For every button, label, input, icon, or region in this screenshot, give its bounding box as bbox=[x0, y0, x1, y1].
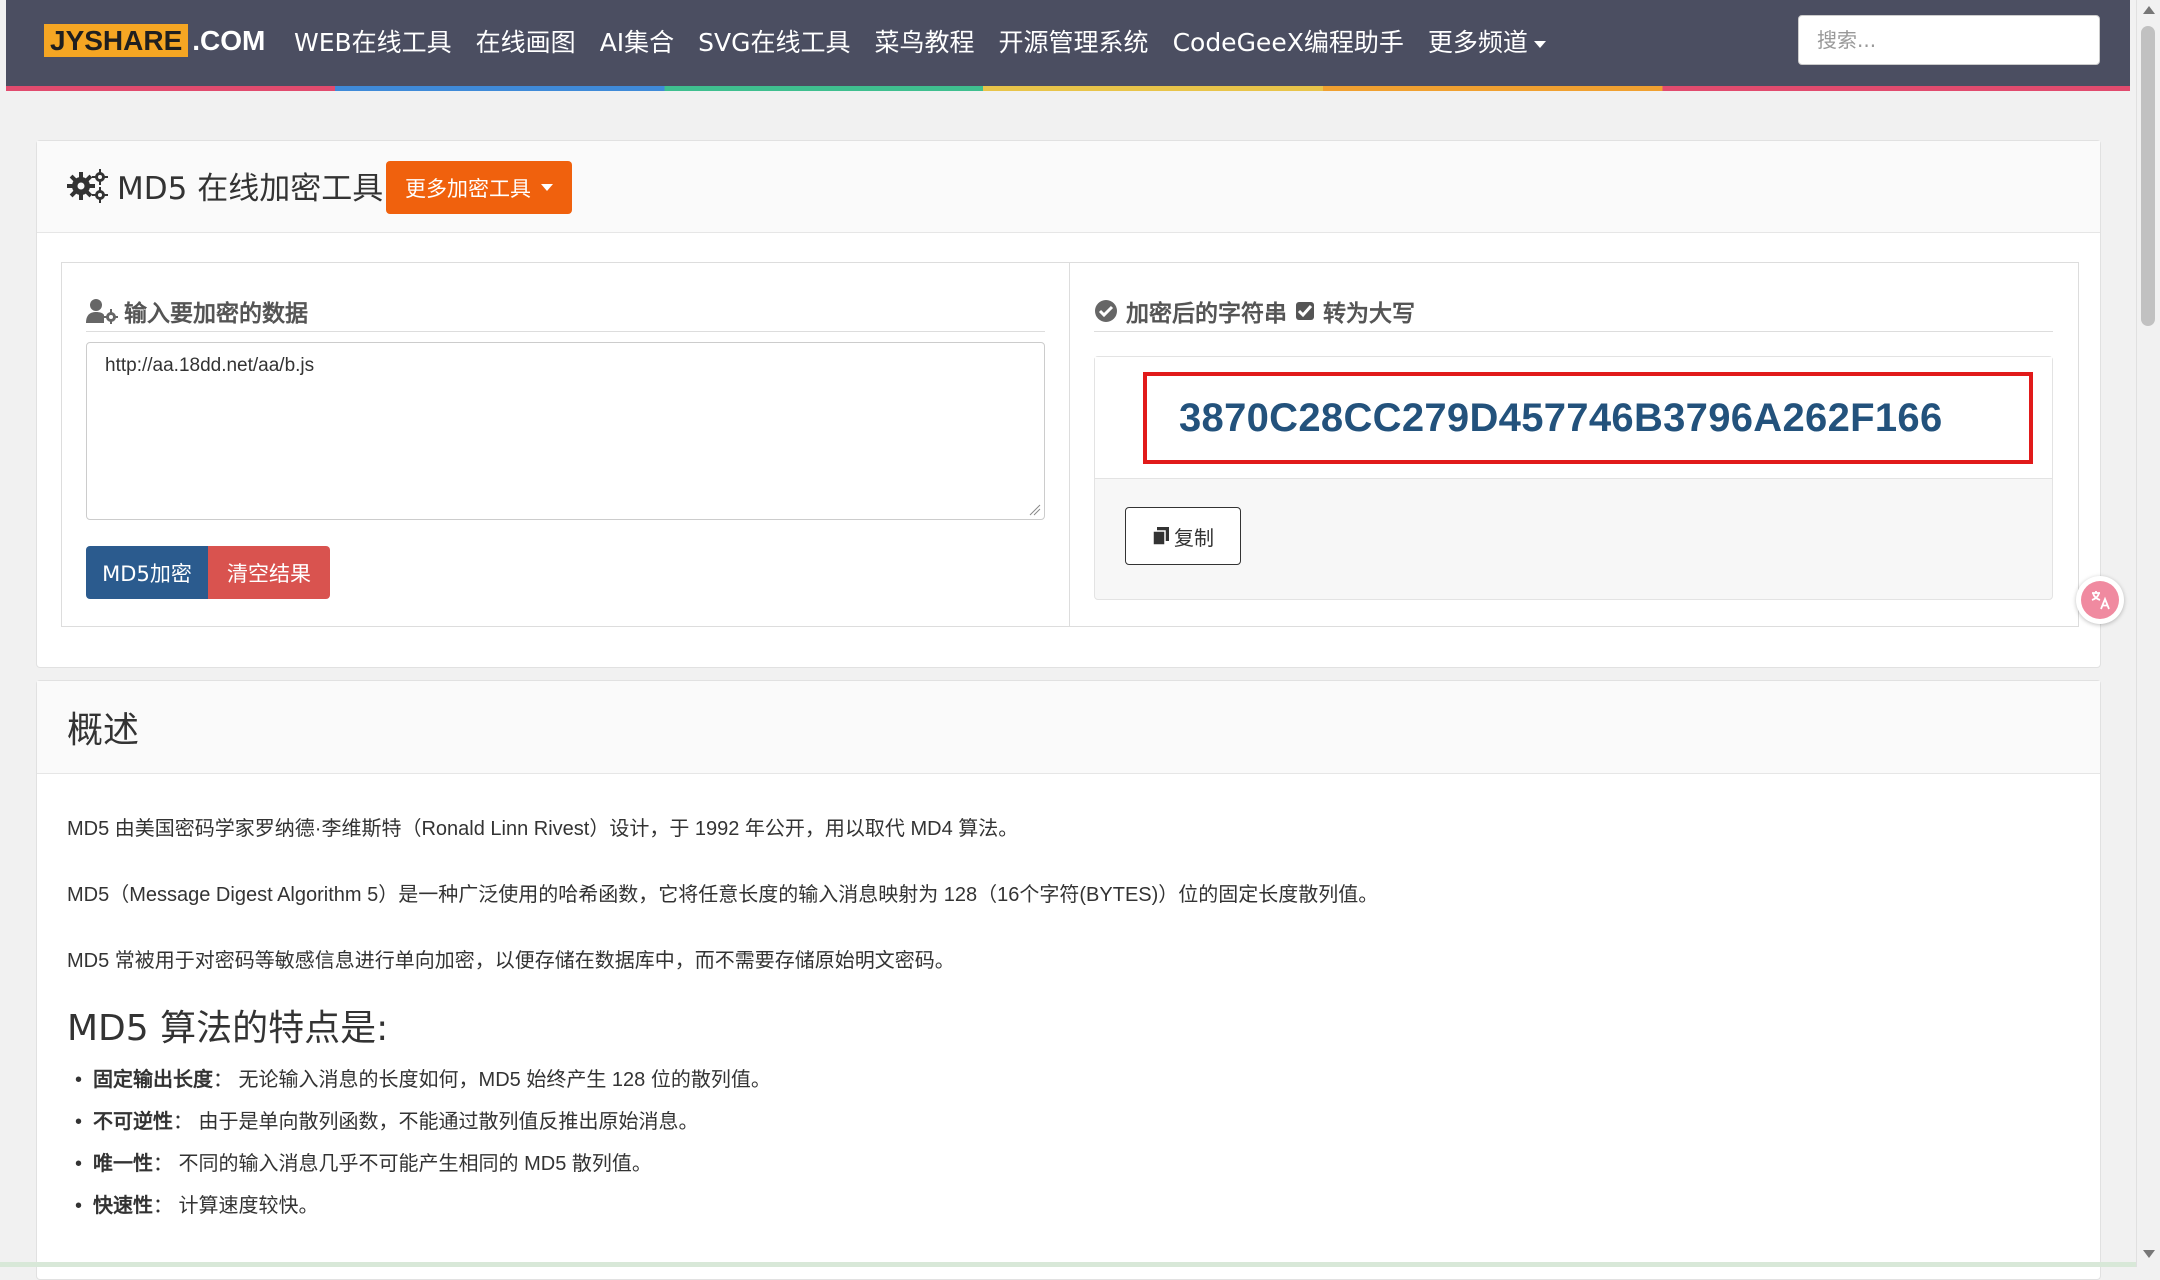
input-text: http://aa.18dd.net/aa/b.js bbox=[105, 355, 315, 376]
nav-link-runoob[interactable]: 菜鸟教程 bbox=[875, 23, 975, 59]
result-well: 3870C28CC279D457746B3796A262F166 复制 bbox=[1094, 356, 2053, 600]
output-heading: 加密后的字符串 转为大写 bbox=[1094, 291, 1415, 331]
clear-result-button[interactable]: 清空结果 bbox=[208, 546, 330, 599]
list-item: 唯一性： 不同的输入消息几乎不可能产生相同的 MD5 散列值。 bbox=[75, 1143, 771, 1185]
output-heading-divider bbox=[1094, 331, 2053, 332]
features-title: MD5 算法的特点是: bbox=[67, 1008, 389, 1049]
input-heading: 输入要加密的数据 bbox=[86, 291, 308, 331]
input-heading-text: 输入要加密的数据 bbox=[124, 301, 308, 327]
chevron-down-icon bbox=[1533, 40, 1546, 48]
nav-link-svg[interactable]: SVG在线工具 bbox=[698, 23, 850, 59]
overview-header: 概述 bbox=[37, 681, 2100, 774]
feature-term: 固定输出长度 bbox=[93, 1069, 213, 1091]
copy-button[interactable]: 复制 bbox=[1125, 507, 1241, 565]
input-textarea[interactable]: http://aa.18dd.net/aa/b.js bbox=[86, 342, 1045, 520]
site-logo[interactable]: JYSHARE .COM bbox=[44, 24, 265, 57]
overview-paragraph-3: MD5 常被用于对密码等敏感信息进行单向加密，以便存储在数据库中，而不需要存储原… bbox=[67, 950, 955, 972]
nav-link-open-source[interactable]: 开源管理系统 bbox=[999, 23, 1149, 59]
more-encryption-tools-button[interactable]: 更多加密工具 bbox=[386, 161, 572, 214]
feature-desc: ： 无论输入消息的长度如何，MD5 始终产生 128 位的散列值。 bbox=[213, 1069, 771, 1091]
md5-encrypt-button[interactable]: MD5加密 bbox=[86, 546, 208, 599]
nav-link-web-tools[interactable]: WEB在线工具 bbox=[294, 23, 452, 59]
scroll-up-arrow-icon[interactable] bbox=[2143, 6, 2155, 14]
check-circle-icon bbox=[1095, 300, 1117, 322]
page-title: MD5 在线加密工具 bbox=[67, 163, 383, 208]
input-section: 输入要加密的数据 http://aa.18dd.net/aa/b.js MD5加… bbox=[61, 262, 1070, 627]
resize-grip-icon[interactable] bbox=[1029, 504, 1041, 516]
user-gear-icon bbox=[86, 299, 118, 324]
overview-paragraph-2: MD5（Message Digest Algorithm 5）是一种广泛使用的哈… bbox=[67, 884, 1379, 906]
rainbow-divider bbox=[6, 86, 2130, 91]
copy-icon bbox=[1152, 527, 1169, 546]
tool-panel-header: MD5 在线加密工具 更多加密工具 bbox=[37, 141, 2100, 233]
chevron-down-icon bbox=[541, 184, 553, 191]
search-input[interactable] bbox=[1798, 15, 2100, 65]
scroll-down-arrow-icon[interactable] bbox=[2143, 1250, 2155, 1258]
translate-icon bbox=[2081, 581, 2119, 619]
translate-button[interactable] bbox=[2076, 576, 2124, 624]
nav-links: WEB在线工具 在线画图 AI集合 SVG在线工具 菜鸟教程 开源管理系统 Co… bbox=[294, 0, 1570, 82]
logo-domain: .COM bbox=[192, 24, 266, 56]
more-tools-label: 更多加密工具 bbox=[405, 176, 531, 201]
top-navbar: JYSHARE .COM WEB在线工具 在线画图 AI集合 SVG在线工具 菜… bbox=[6, 0, 2130, 86]
feature-term: 不可逆性 bbox=[93, 1111, 173, 1133]
logo-box: JYSHARE bbox=[44, 24, 189, 57]
list-item: 不可逆性： 由于是单向散列函数，不能通过散列值反推出原始消息。 bbox=[75, 1101, 771, 1143]
input-heading-divider bbox=[86, 331, 1045, 332]
bottom-strip bbox=[0, 1262, 2136, 1267]
output-section: 加密后的字符串 转为大写 3870C28CC279D457746B3796A26… bbox=[1069, 262, 2079, 627]
md5-tool-panel: MD5 在线加密工具 更多加密工具 输入要加密的数据 http://aa.18d… bbox=[36, 140, 2101, 668]
list-item: 快速性： 计算速度较快。 bbox=[75, 1185, 771, 1227]
nav-link-online-draw[interactable]: 在线画图 bbox=[476, 23, 576, 59]
page-scrollbar[interactable] bbox=[2136, 0, 2160, 1267]
nav-link-codegeex[interactable]: CodeGeeX编程助手 bbox=[1173, 23, 1404, 59]
hash-result[interactable]: 3870C28CC279D457746B3796A262F166 bbox=[1143, 372, 2033, 464]
nav-link-ai[interactable]: AI集合 bbox=[600, 23, 674, 59]
result-display: 3870C28CC279D457746B3796A262F166 bbox=[1095, 357, 2052, 479]
overview-paragraph-1: MD5 由美国密码学家罗纳德·李维斯特（Ronald Linn Rivest）设… bbox=[67, 818, 1019, 840]
tool-title-text: MD5 在线加密工具 bbox=[117, 171, 384, 207]
translate-glyph-icon bbox=[2091, 591, 2110, 610]
feature-desc: ： 由于是单向散列函数，不能通过散列值反推出原始消息。 bbox=[173, 1111, 699, 1133]
overview-panel: 概述 MD5 由美国密码学家罗纳德·李维斯特（Ronald Linn Rives… bbox=[36, 680, 2101, 1280]
scroll-thumb[interactable] bbox=[2141, 26, 2155, 326]
uppercase-label[interactable]: 转为大写 bbox=[1323, 294, 1415, 328]
gears-icon bbox=[67, 168, 108, 203]
uppercase-checkbox[interactable] bbox=[1295, 301, 1315, 321]
features-list: 固定输出长度： 无论输入消息的长度如何，MD5 始终产生 128 位的散列值。 … bbox=[75, 1059, 771, 1227]
nav-link-more-channels[interactable]: 更多频道 bbox=[1428, 23, 1546, 59]
feature-term: 快速性 bbox=[93, 1195, 153, 1217]
copy-label: 复制 bbox=[1174, 525, 1214, 550]
feature-term: 唯一性 bbox=[93, 1153, 153, 1175]
overview-title: 概述 bbox=[67, 710, 140, 751]
feature-desc: ： 计算速度较快。 bbox=[153, 1195, 319, 1217]
feature-desc: ： 不同的输入消息几乎不可能产生相同的 MD5 散列值。 bbox=[153, 1153, 652, 1175]
more-channels-label: 更多频道 bbox=[1427, 28, 1528, 57]
list-item: 固定输出长度： 无论输入消息的长度如何，MD5 始终产生 128 位的散列值。 bbox=[75, 1059, 771, 1101]
output-heading-text: 加密后的字符串 bbox=[1126, 301, 1287, 327]
